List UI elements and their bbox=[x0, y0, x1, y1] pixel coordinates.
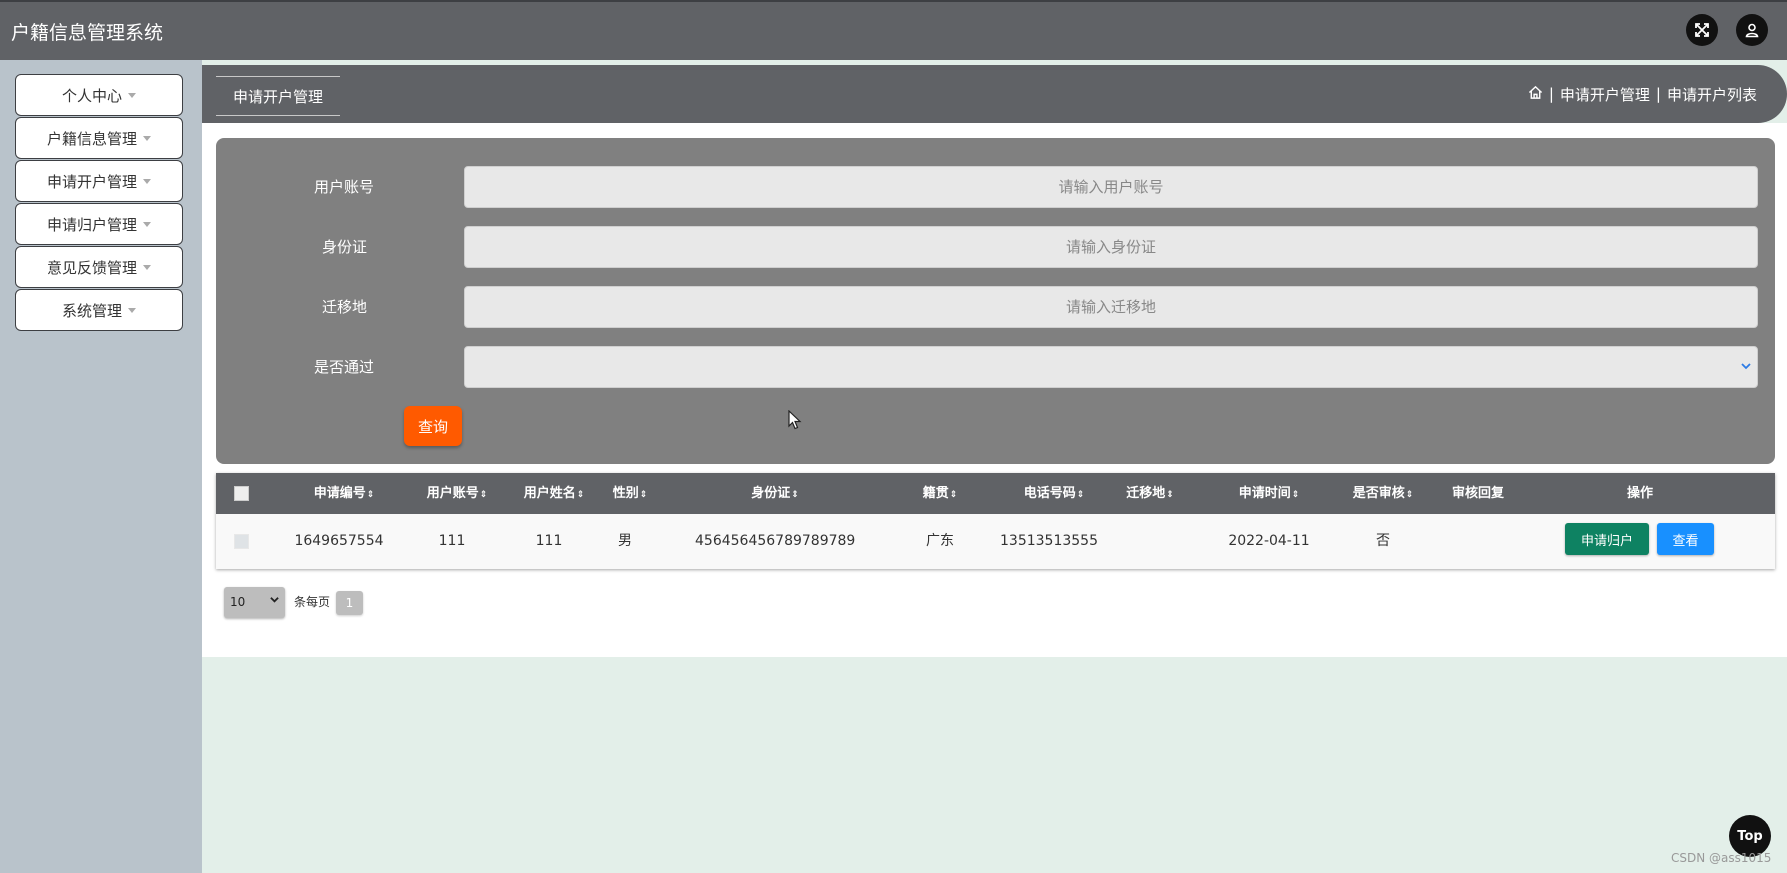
chevron-down-icon bbox=[270, 587, 279, 618]
breadcrumb-separator: | bbox=[1655, 85, 1661, 103]
approved-label: 是否通过 bbox=[313, 358, 374, 376]
sort-icon: ⇕ bbox=[1166, 490, 1174, 500]
mouse-cursor-icon bbox=[788, 409, 802, 434]
column-header-apply-time[interactable]: 申请时间⇕ bbox=[1219, 473, 1319, 514]
caret-down-icon bbox=[143, 264, 151, 270]
cell-phone: 13513513555 bbox=[1000, 533, 1098, 549]
sidebar-item-label: 申请归户管理 bbox=[46, 215, 137, 234]
home-icon[interactable] bbox=[1528, 85, 1543, 104]
approved-select[interactable] bbox=[464, 346, 1758, 388]
sidebar-item-account-application[interactable]: 申请开户管理 bbox=[15, 160, 183, 202]
cell-review-reply bbox=[1438, 514, 1518, 569]
per-page-label: 条每页 bbox=[294, 595, 331, 609]
sort-icon: ⇕ bbox=[1405, 490, 1414, 500]
sort-icon: ⇕ bbox=[366, 490, 375, 500]
caret-down-icon bbox=[143, 135, 151, 141]
breadcrumb-separator: | bbox=[1548, 85, 1554, 103]
apply-return-button[interactable]: 申请归户 bbox=[1565, 523, 1649, 555]
sort-icon: ⇕ bbox=[791, 490, 799, 500]
migration-input[interactable] bbox=[464, 286, 1758, 328]
breadcrumb-level2: 申请开户列表 bbox=[1666, 85, 1757, 104]
account-input[interactable] bbox=[464, 166, 1758, 208]
column-header-actions: 操作 bbox=[1626, 486, 1653, 501]
main-content: 申请开户管理 | 申请开户管理 | 申请开户列表 用户账号 身份证 bbox=[202, 60, 1787, 873]
search-panel: 用户账号 身份证 迁移地 是否通过 查询 bbox=[216, 138, 1775, 464]
sort-icon: ⇕ bbox=[639, 490, 648, 500]
cell-username: 111 bbox=[535, 533, 563, 549]
column-header-username[interactable]: 用户姓名⇕ bbox=[509, 473, 599, 514]
table-header: 申请编号⇕ 用户账号⇕ 用户姓名⇕ 性别⇕ 身份证⇕ 籍贯⇕ 电话号码⇕ 迁移地… bbox=[216, 473, 1775, 514]
breadcrumb-level1[interactable]: 申请开户管理 bbox=[1560, 84, 1650, 105]
column-header-review-reply: 审核回复 bbox=[1451, 486, 1504, 501]
column-header-application-id[interactable]: 申请编号⇕ bbox=[299, 473, 389, 514]
sidebar-item-label: 系统管理 bbox=[61, 301, 122, 320]
search-row-account: 用户账号 bbox=[216, 166, 1775, 208]
column-header-account[interactable]: 用户账号⇕ bbox=[412, 473, 502, 514]
cell-gender: 男 bbox=[618, 533, 632, 549]
sidebar-item-personal-center[interactable]: 个人中心 bbox=[15, 74, 183, 116]
sort-icon: ⇕ bbox=[1076, 490, 1085, 500]
sidebar-menu: 个人中心 户籍信息管理 申请开户管理 申请归户管理 意见反馈管理 系统管理 bbox=[0, 60, 202, 873]
current-tab[interactable]: 申请开户管理 bbox=[216, 76, 340, 116]
cell-application-id: 1649657554 bbox=[294, 533, 384, 549]
column-header-migration[interactable]: 迁移地⇕ bbox=[1115, 473, 1185, 514]
caret-down-icon bbox=[128, 307, 136, 313]
sort-icon: ⇕ bbox=[1291, 490, 1300, 500]
query-button[interactable]: 查询 bbox=[404, 406, 462, 446]
watermark-text: CSDN @ass1015 bbox=[1671, 851, 1772, 865]
user-icon[interactable] bbox=[1736, 14, 1768, 46]
select-all-checkbox[interactable] bbox=[234, 486, 249, 501]
search-row-migration: 迁移地 bbox=[216, 286, 1775, 328]
search-row-approved: 是否通过 bbox=[216, 346, 1775, 388]
account-label: 用户账号 bbox=[313, 178, 374, 196]
page-size-value: 10 bbox=[230, 595, 246, 609]
cell-reviewed: 否 bbox=[1376, 533, 1390, 549]
row-checkbox[interactable] bbox=[234, 534, 249, 549]
sidebar-item-feedback[interactable]: 意见反馈管理 bbox=[15, 246, 183, 288]
breadcrumb: | 申请开户管理 | 申请开户列表 bbox=[1528, 65, 1757, 123]
idcard-label: 身份证 bbox=[321, 238, 367, 256]
sidebar-item-system[interactable]: 系统管理 bbox=[15, 289, 183, 331]
sidebar-item-label: 个人中心 bbox=[61, 86, 122, 105]
top-header: 户籍信息管理系统 bbox=[0, 0, 1787, 60]
column-header-gender[interactable]: 性别⇕ bbox=[600, 473, 660, 514]
column-header-idcard[interactable]: 身份证⇕ bbox=[725, 473, 825, 514]
column-header-native-place[interactable]: 籍贯⇕ bbox=[915, 473, 965, 514]
cell-apply-time: 2022-04-11 bbox=[1228, 533, 1310, 549]
app-title: 户籍信息管理系统 bbox=[11, 21, 164, 44]
cell-idcard: 456456456789789789 bbox=[695, 533, 856, 549]
column-header-reviewed[interactable]: 是否审核⇕ bbox=[1333, 473, 1433, 514]
sort-icon: ⇕ bbox=[949, 490, 958, 500]
sidebar-item-household-info[interactable]: 户籍信息管理 bbox=[15, 117, 183, 159]
cell-native-place: 广东 bbox=[926, 533, 954, 549]
idcard-input[interactable] bbox=[464, 226, 1758, 268]
sort-icon: ⇕ bbox=[576, 490, 585, 500]
sidebar-item-household-return[interactable]: 申请归户管理 bbox=[15, 203, 183, 245]
migration-label: 迁移地 bbox=[321, 298, 367, 316]
page-number-button[interactable]: 1 bbox=[336, 591, 363, 615]
cell-migration bbox=[1115, 514, 1185, 569]
application-table: 申请编号⇕ 用户账号⇕ 用户姓名⇕ 性别⇕ 身份证⇕ 籍贯⇕ 电话号码⇕ 迁移地… bbox=[216, 473, 1775, 569]
view-button[interactable]: 查看 bbox=[1657, 523, 1714, 555]
chevron-down-icon bbox=[1741, 360, 1751, 374]
cell-account: 111 bbox=[438, 533, 466, 549]
breadcrumb-bar: 申请开户管理 | 申请开户管理 | 申请开户列表 bbox=[202, 65, 1787, 123]
sidebar-item-label: 户籍信息管理 bbox=[46, 129, 137, 148]
sort-icon: ⇕ bbox=[479, 490, 488, 500]
sidebar-item-label: 意见反馈管理 bbox=[46, 258, 137, 277]
caret-down-icon bbox=[143, 221, 151, 227]
sidebar-item-label: 申请开户管理 bbox=[46, 172, 137, 191]
fullscreen-icon[interactable] bbox=[1686, 14, 1718, 46]
caret-down-icon bbox=[143, 178, 151, 184]
column-header-phone[interactable]: 电话号码⇕ bbox=[1004, 473, 1104, 514]
page-size-select[interactable]: 10 bbox=[224, 587, 285, 618]
search-row-idcard: 身份证 bbox=[216, 226, 1775, 268]
caret-down-icon bbox=[128, 92, 136, 98]
header-actions bbox=[1686, 14, 1768, 46]
